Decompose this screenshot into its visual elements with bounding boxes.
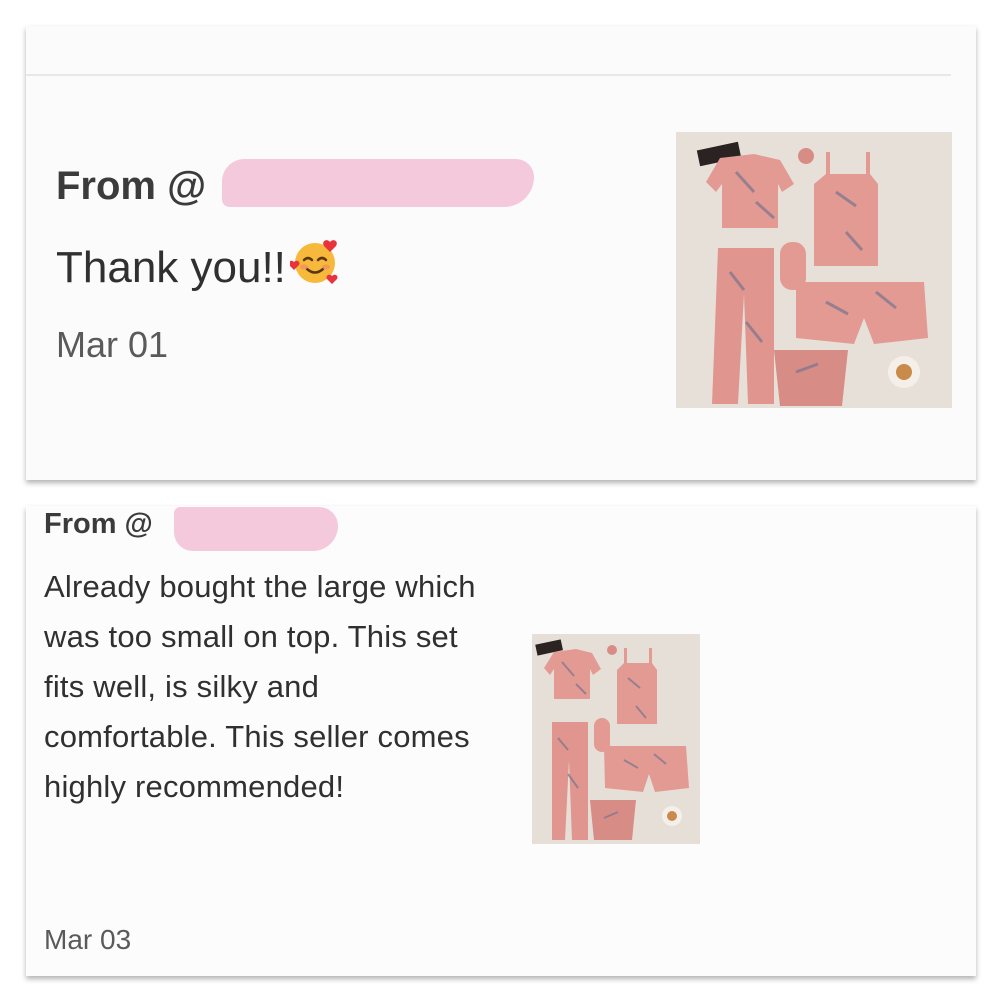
review-message: Thank you!!	[56, 236, 342, 299]
review-card: From @ Thank you!! Mar 01	[26, 26, 976, 480]
review-date: Mar 01	[56, 324, 169, 365]
divider	[26, 74, 951, 76]
review-author: From @	[44, 508, 153, 540]
review-card: From @ Already bought the large which wa…	[26, 506, 976, 976]
product-thumbnail[interactable]	[532, 634, 700, 844]
smiling-face-with-hearts-icon	[288, 236, 342, 299]
review-text: Thank you!!	[56, 243, 286, 292]
redacted-username	[222, 159, 534, 207]
review-message: Already bought the large which was too s…	[44, 569, 476, 804]
review-author: From @	[56, 164, 207, 208]
review-date: Mar 03	[44, 924, 132, 955]
redacted-username	[174, 507, 338, 551]
product-thumbnail[interactable]	[676, 132, 952, 408]
